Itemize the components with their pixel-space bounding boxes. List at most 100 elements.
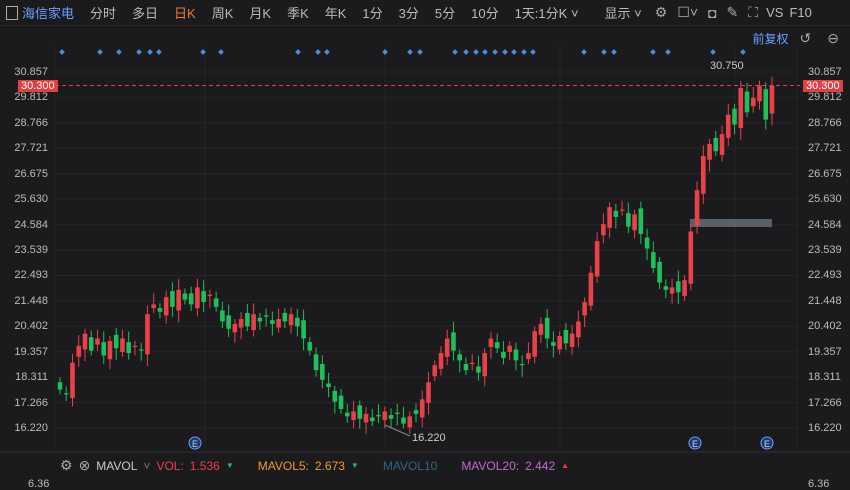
candle-body [676, 281, 681, 293]
price-tick-label: 17.266 [808, 396, 842, 409]
candle-body [63, 393, 69, 395]
candle-body [644, 237, 650, 249]
low-annotation: 16.220 [412, 432, 446, 444]
candle-body [713, 137, 719, 152]
candle-body [388, 415, 394, 419]
candle-body [601, 224, 606, 236]
mavol20-label: MAVOL20: [461, 458, 520, 473]
candle-body [170, 291, 175, 307]
candle-body [113, 334, 119, 349]
price-tick-label: 20.402 [14, 320, 48, 333]
candle-body [313, 354, 319, 371]
price-tick-label: 17.266 [14, 396, 48, 409]
candle-body [407, 416, 413, 428]
price-tick-label: 16.220 [808, 422, 842, 435]
event-marker-icon [295, 49, 301, 55]
candle-body [607, 207, 612, 228]
event-marker-icon [147, 49, 153, 55]
candle-body [619, 209, 625, 211]
price-tick-label: 29.812 [808, 91, 842, 104]
candle-body [438, 353, 444, 369]
candle-body [207, 294, 213, 296]
current-price-tag-left: 30.300 [18, 80, 58, 92]
event-marker-icon [710, 49, 716, 55]
event-marker-icon [382, 49, 388, 55]
price-tick-label: 27.721 [14, 142, 48, 155]
candle-body [301, 320, 306, 339]
earnings-e-label: E [192, 439, 198, 449]
event-marker-icon [218, 49, 224, 55]
mavol5-value: 2.673 [314, 458, 345, 473]
price-tick-label: 26.675 [808, 167, 842, 180]
event-marker-icon [530, 49, 536, 55]
candle-body [582, 302, 587, 316]
event-marker-icon [511, 49, 517, 55]
event-marker-icon [315, 49, 321, 55]
price-tick-label: 19.357 [808, 345, 842, 358]
candle-body [401, 417, 406, 424]
candle-body [744, 91, 750, 113]
indicator-select[interactable]: MAVOL [96, 459, 137, 473]
price-tick-label: 28.766 [808, 116, 842, 129]
vol-value: 1.536 [189, 458, 220, 473]
candle-body [220, 310, 225, 322]
candle-body [463, 364, 469, 371]
indicator-close-icon[interactable]: ⊗ [79, 457, 91, 474]
candle-body [95, 338, 100, 345]
candle-body [413, 410, 419, 414]
candle-body [707, 143, 712, 160]
candle-body [201, 291, 206, 303]
candle-body [576, 321, 581, 338]
candle-body [613, 210, 619, 217]
down-arrow-icon: ▼ [225, 461, 234, 470]
candle-body [632, 214, 637, 231]
candle-body [700, 156, 706, 194]
candle-body [126, 342, 132, 354]
event-marker-icon [740, 49, 746, 55]
candle-body [482, 353, 488, 377]
candle-body [382, 411, 388, 420]
candle-body [245, 312, 250, 327]
candle-body [320, 364, 325, 380]
volume-axis-label-right: 6.36 [808, 478, 830, 490]
indicator-bar: ⚙ ⊗ MAVOL ˅ VOL: 1.536 ▼ MAVOL5: 2.673 ▼ MA… [60, 457, 570, 474]
candle-body [307, 342, 313, 351]
candle-body [469, 362, 475, 365]
candle-body [232, 323, 238, 333]
event-marker-icon [452, 49, 458, 55]
candle-body [426, 382, 431, 403]
price-tick-label: 25.630 [808, 193, 842, 206]
indicator-settings-icon[interactable]: ⚙ [60, 457, 73, 474]
candle-body [70, 362, 75, 399]
event-marker-icon [97, 49, 103, 55]
event-marker-icon [482, 49, 488, 55]
candlestick-chart[interactable]: EEE [0, 0, 850, 485]
candle-body [694, 190, 700, 226]
up-arrow-icon: ▲ [561, 461, 570, 470]
event-marker-icon [324, 49, 330, 55]
candle-body [213, 298, 219, 307]
candle-body [282, 312, 288, 322]
candle-body [563, 329, 569, 344]
candle-body [363, 413, 369, 423]
price-tick-label: 22.493 [14, 269, 48, 282]
price-tick-label: 26.675 [14, 167, 48, 180]
event-marker-icon [502, 49, 508, 55]
candle-body [188, 293, 194, 305]
candle-body [488, 338, 494, 348]
candle-body [326, 383, 331, 388]
candle-body [638, 208, 644, 234]
candle-body [738, 87, 744, 129]
event-marker-icon [492, 49, 498, 55]
price-tick-label: 24.584 [14, 218, 48, 231]
candle-body [501, 351, 506, 358]
price-zone-bar [690, 219, 772, 227]
candle-body [257, 317, 263, 322]
event-marker-icon [156, 49, 162, 55]
price-tick-label: 21.448 [808, 294, 842, 307]
price-tick-label: 16.220 [14, 422, 48, 435]
candle-body [569, 333, 575, 348]
price-tick-label: 28.766 [14, 116, 48, 129]
low-leader-line [384, 424, 411, 437]
candle-body [457, 354, 463, 361]
